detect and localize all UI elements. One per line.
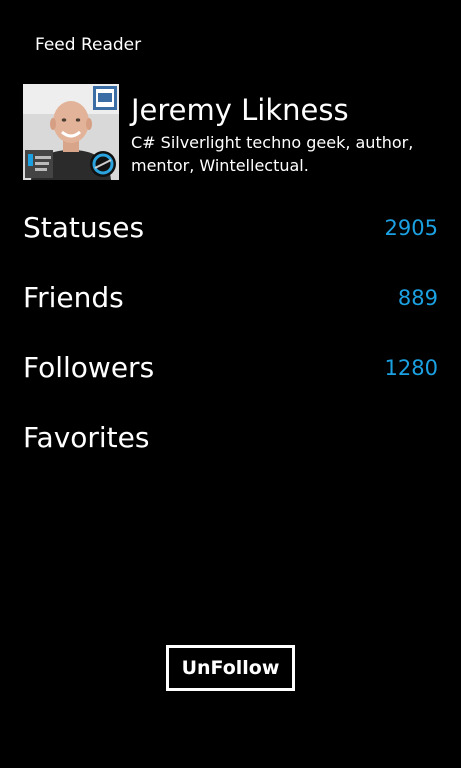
stat-row-statuses[interactable]: Statuses 2905 xyxy=(23,206,438,276)
stat-label: Statuses xyxy=(23,211,145,244)
stat-label: Favorites xyxy=(23,421,150,454)
profile-header: Jeremy Likness C# Silverlight techno gee… xyxy=(23,84,443,180)
profile-name: Jeremy Likness xyxy=(131,93,349,127)
stat-label: Followers xyxy=(23,351,155,384)
stat-row-friends[interactable]: Friends 889 xyxy=(23,276,438,346)
stats-list: Statuses 2905 Friends 889 Followers 1280… xyxy=(23,206,438,486)
stat-row-favorites[interactable]: Favorites xyxy=(23,416,438,486)
stat-value: 2905 xyxy=(384,216,438,240)
profile-photo xyxy=(23,84,119,180)
app-title: Feed Reader xyxy=(35,35,142,55)
profile-bio: C# Silverlight techno geek, author, ment… xyxy=(131,133,414,175)
avatar-image xyxy=(23,84,119,180)
stat-value: 1280 xyxy=(384,356,438,380)
unfollow-button[interactable]: UnFollow xyxy=(166,645,295,691)
stat-value: 889 xyxy=(397,286,438,310)
stat-row-followers[interactable]: Followers 1280 xyxy=(23,346,438,416)
stat-label: Friends xyxy=(23,281,124,314)
